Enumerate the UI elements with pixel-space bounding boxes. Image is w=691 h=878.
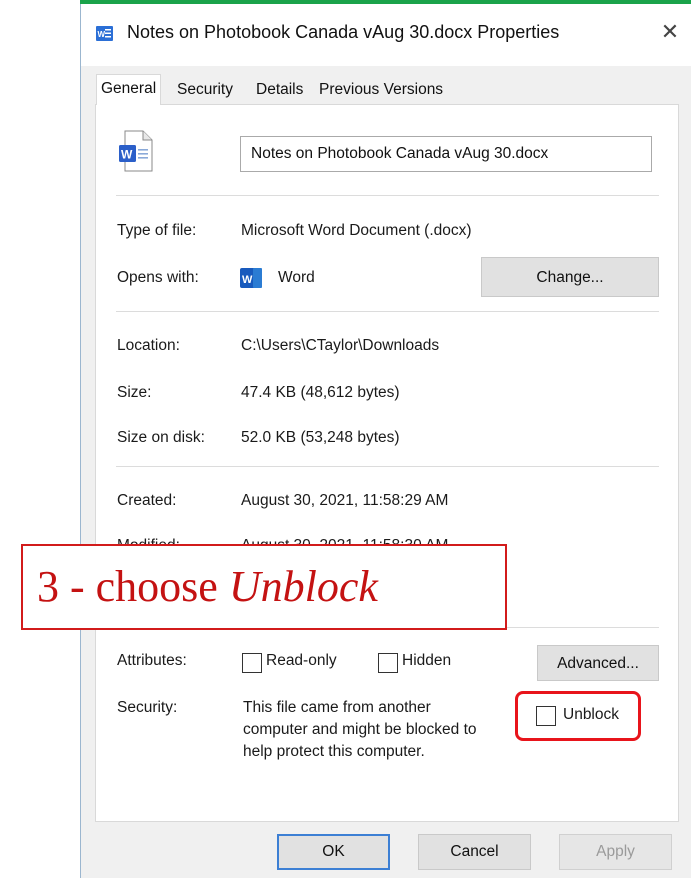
tab-details[interactable]: Details [252,77,307,103]
opens-with-value: Word [278,269,315,286]
word-document-icon: W [96,26,113,41]
security-message-line: computer and might be blocked to [243,721,477,738]
unblock-highlight-box [515,691,641,741]
separator [116,311,659,312]
size-on-disk-label: Size on disk: [117,429,205,446]
window-accent-strip [80,0,691,4]
tab-previous-versions[interactable]: Previous Versions [315,77,447,103]
opens-with-label: Opens with: [117,269,199,286]
svg-text:W: W [242,274,253,286]
security-message-line: This file came from another [243,699,431,716]
annotation-emphasis: Unblock [228,562,378,611]
read-only-checkbox[interactable] [242,653,262,673]
separator [116,195,659,196]
cancel-button[interactable]: Cancel [418,834,531,870]
created-value: August 30, 2021, 11:58:29 AM [241,492,449,509]
window-title: Notes on Photobook Canada vAug 30.docx P… [127,22,560,42]
annotation-callout: 3 - choose Unblock [21,544,507,630]
annotation-text: 3 - choose [37,562,229,611]
security-message-line: help protect this computer. [243,743,425,760]
hidden-checkbox[interactable] [378,653,398,673]
ok-button[interactable]: OK [277,834,390,870]
tab-general[interactable]: General [96,74,162,105]
size-label: Size: [117,384,152,401]
change-button[interactable]: Change... [481,257,659,297]
type-of-file-value: Microsoft Word Document (.docx) [241,222,472,239]
read-only-label: Read-only [266,652,337,669]
word-app-icon: W [240,268,262,288]
created-label: Created: [117,492,177,509]
advanced-button[interactable]: Advanced... [537,645,659,681]
apply-button[interactable]: Apply [559,834,672,870]
title-bar: W Notes on Photobook Canada vAug 30.docx… [81,0,691,66]
word-file-icon: W [119,130,153,172]
separator [116,466,659,467]
attributes-label: Attributes: [117,652,187,669]
location-value: C:\Users\CTaylor\Downloads [241,337,440,354]
location-label: Location: [117,337,180,354]
security-label: Security: [117,699,178,716]
svg-text:W: W [121,148,133,162]
properties-dialog: W Notes on Photobook Canada vAug 30.docx… [80,0,691,878]
tab-security[interactable]: Security [173,77,237,103]
svg-text:W: W [98,30,106,39]
file-name-input[interactable] [240,136,652,172]
close-button[interactable]: ✕ [656,18,684,46]
size-value: 47.4 KB (48,612 bytes) [241,384,400,401]
type-of-file-label: Type of file: [117,222,197,239]
size-on-disk-value: 52.0 KB (53,248 bytes) [241,429,400,446]
hidden-label: Hidden [402,652,452,669]
